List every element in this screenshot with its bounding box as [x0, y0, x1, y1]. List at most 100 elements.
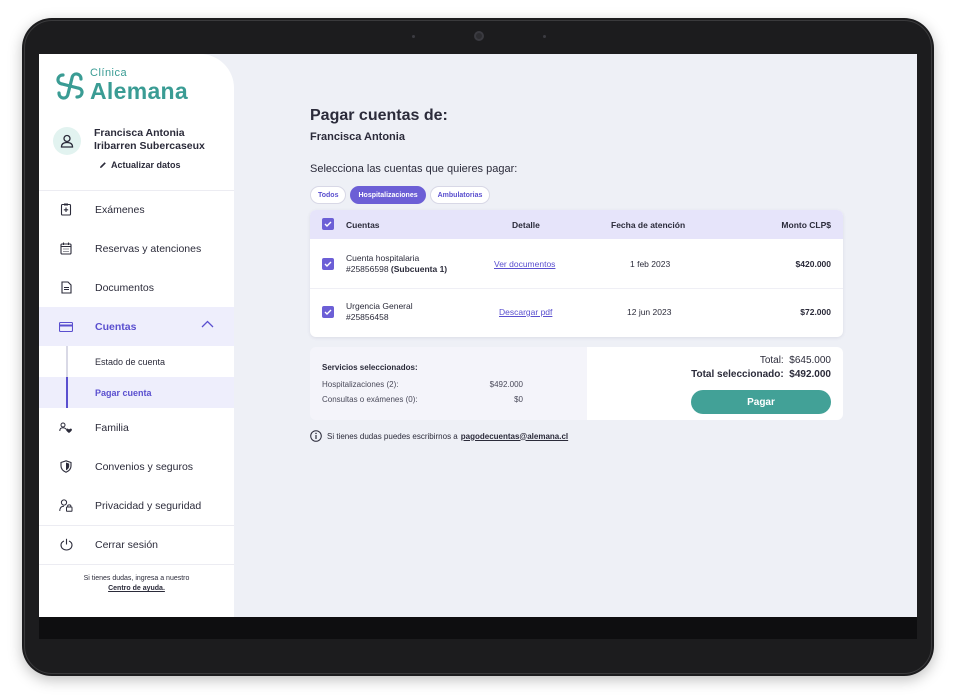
- nav-label-convenios: Convenios y seguros: [95, 460, 194, 473]
- col-header-fecha: Fecha de atención: [611, 220, 686, 230]
- nav-item-familia[interactable]: Familia: [39, 408, 234, 447]
- card-icon: [59, 320, 73, 334]
- shield-icon: [59, 460, 73, 474]
- camera-icon: [474, 31, 484, 41]
- user-icon: [60, 134, 74, 148]
- account-name: Cuenta hospitalaria #25856598 (Subcuenta…: [346, 253, 447, 275]
- document-icon: [59, 281, 73, 295]
- help-text: Si tienes dudas, ingresa a nuestro Centr…: [39, 574, 234, 594]
- submenu-active-line: [66, 377, 68, 408]
- row-checkbox[interactable]: [322, 306, 334, 318]
- select-all-checkbox[interactable]: [322, 218, 334, 230]
- selected-total-line: Total seleccionado: $492.000: [691, 369, 831, 380]
- hosp-label: Hospitalizaciones (2):: [322, 380, 399, 389]
- consultas-label: Consultas o exámenes (0):: [322, 395, 418, 404]
- page-title: Pagar cuentas de:: [310, 107, 448, 124]
- selected-services-panel: Servicios seleccionados: Hospitalizacion…: [310, 347, 587, 420]
- logo-big-text: Alemana: [90, 78, 188, 104]
- detail-link[interactable]: Descargar pdf: [499, 307, 552, 317]
- total-line: Total: $645.000: [760, 355, 831, 366]
- nav-item-cerrar-sesion[interactable]: Cerrar sesión: [39, 525, 234, 564]
- payment-summary: Servicios seleccionados: Hospitalizacion…: [310, 347, 843, 420]
- account-title: Urgencia General: [346, 301, 413, 311]
- nav-label-documentos: Documentos: [95, 281, 154, 294]
- family-icon: [59, 421, 73, 435]
- support-email-link[interactable]: pagodecuentas@alemana.cl: [461, 432, 568, 441]
- selected-total-value: $492.000: [789, 369, 831, 380]
- col-header-cuentas: Cuentas: [346, 220, 380, 230]
- nav-item-privacidad[interactable]: Privacidad y seguridad: [39, 486, 234, 525]
- medical-clipboard-icon: [59, 203, 73, 217]
- amount: $72.000: [800, 307, 831, 317]
- hosp-value: $492.000: [489, 380, 523, 389]
- table-row: Urgencia General #25856458 Descargar pdf…: [310, 288, 843, 337]
- detail-link[interactable]: Ver documentos: [494, 259, 555, 269]
- page-subtitle: Francisca Antonia: [310, 131, 405, 143]
- sensor-dot: [543, 35, 546, 38]
- account-name: Urgencia General #25856458: [346, 301, 413, 323]
- nav-item-documentos[interactable]: Documentos: [39, 268, 234, 307]
- total-label: Total:: [759, 355, 784, 366]
- consultas-value: $0: [514, 395, 523, 404]
- app-screen: Clínica Alemana Francisca Antonia Iribar…: [39, 54, 917, 617]
- col-header-detalle: Detalle: [512, 220, 540, 230]
- sidebar: Clínica Alemana Francisca Antonia Iribar…: [39, 54, 234, 617]
- help-text-label: Si tienes dudas, ingresa a nuestro: [83, 575, 190, 582]
- nav-item-cuentas[interactable]: Cuentas: [39, 307, 234, 346]
- info-note: Si tienes dudas puedes escribirnos a pag…: [310, 430, 568, 442]
- user-name-line1: Francisca Antonia: [94, 127, 185, 139]
- screen-bottom-bar: [39, 617, 917, 639]
- nav-label-privacidad: Privacidad y seguridad: [95, 499, 202, 512]
- pay-button[interactable]: Pagar: [691, 390, 831, 414]
- accounts-table: Cuentas Detalle Fecha de atención Monto …: [310, 210, 843, 337]
- info-icon: [310, 430, 322, 442]
- row-checkbox[interactable]: [322, 258, 334, 270]
- subnav-label-estado: Estado de cuenta: [95, 356, 166, 367]
- amount: $420.000: [795, 259, 831, 269]
- clinic-logo[interactable]: Clínica Alemana: [53, 68, 188, 103]
- user-profile: Francisca Antonia Iribarren Subercaseux: [53, 127, 205, 155]
- account-number: #25856458: [346, 312, 389, 322]
- selected-services-title: Servicios seleccionados:: [322, 363, 418, 372]
- update-data-label: Actualizar datos: [111, 160, 181, 170]
- calendar-icon: [59, 242, 73, 256]
- sidebar-divider: [39, 564, 234, 565]
- pencil-icon: [100, 162, 106, 168]
- table-row: Cuenta hospitalaria #25856598 (Subcuenta…: [310, 239, 843, 288]
- update-data-link[interactable]: Actualizar datos: [99, 160, 181, 170]
- nav-label-cuentas: Cuentas: [95, 320, 137, 333]
- check-icon: [324, 309, 332, 315]
- nav-item-examenes[interactable]: Exámenes: [39, 190, 234, 229]
- subnav-estado-cuenta[interactable]: Estado de cuenta: [39, 346, 234, 377]
- help-center-link[interactable]: Centro de ayuda.: [39, 584, 234, 594]
- avatar: [53, 127, 81, 155]
- selected-total-label: Total seleccionado:: [691, 369, 784, 380]
- filter-chip-todos[interactable]: Todos: [310, 186, 347, 204]
- col-header-monto: Monto CLP$: [781, 220, 831, 230]
- nav-label-examenes: Exámenes: [95, 203, 145, 216]
- filter-chip-hospitalizaciones[interactable]: Hospitalizaciones: [350, 186, 426, 204]
- filter-chip-ambulatorias[interactable]: Ambulatorias: [429, 186, 491, 204]
- user-lock-icon: [59, 499, 73, 513]
- totals-panel: Total: $645.000 Total seleccionado: $492…: [587, 347, 843, 420]
- table-header: Cuentas Detalle Fecha de atención Monto …: [310, 210, 843, 239]
- chevron-up-icon[interactable]: [201, 320, 214, 328]
- nav-item-reservas[interactable]: Reservas y atenciones: [39, 229, 234, 268]
- account-number: #25856598: [346, 264, 389, 274]
- check-icon: [324, 261, 332, 267]
- sensor-dot: [412, 35, 415, 38]
- subnav-pagar-cuenta[interactable]: Pagar cuenta: [39, 377, 234, 408]
- check-icon: [324, 221, 332, 227]
- nav-item-convenios[interactable]: Convenios y seguros: [39, 447, 234, 486]
- nav-label-cerrar-sesion: Cerrar sesión: [95, 538, 159, 551]
- account-extra: (Subcuenta 1): [390, 264, 448, 274]
- filter-chips: Todos Hospitalizaciones Ambulatorias: [310, 186, 491, 204]
- account-title: Cuenta hospitalaria: [346, 253, 420, 263]
- nav-label-familia: Familia: [95, 421, 129, 434]
- logo-knot-icon: [56, 71, 84, 100]
- power-icon: [59, 538, 73, 552]
- select-accounts-label: Selecciona las cuentas que quieres pagar…: [310, 163, 518, 175]
- subnav-label-pagar: Pagar cuenta: [95, 387, 152, 398]
- info-text: Si tienes dudas puedes escribirnos a: [327, 431, 458, 441]
- user-name-line2: Iribarren Subercaseux: [94, 140, 205, 152]
